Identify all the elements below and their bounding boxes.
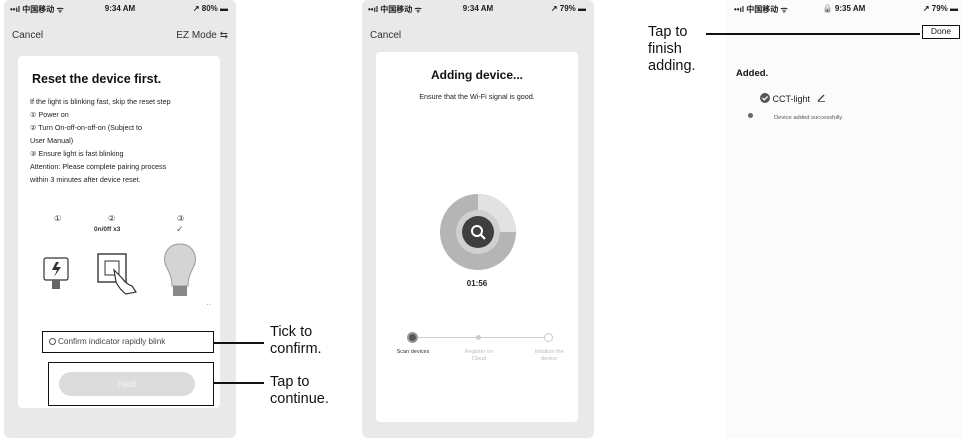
instruction-line: If the light is blinking fast, skip the … xyxy=(30,97,171,106)
instruction-line: User Manual) xyxy=(30,136,74,145)
finish-leader-line xyxy=(706,33,920,35)
stage-label-initialize: Initialize the device xyxy=(534,349,564,362)
continue-leader-line xyxy=(214,382,264,384)
tick-leader-line xyxy=(214,342,264,344)
continue-callout: Tap to continue. xyxy=(270,374,329,407)
device-row[interactable]: CCT-light xyxy=(760,93,826,104)
status-bar: ••ıl 中国移动 ᯤ 🔒 9:35 AM ↗ 79% ▬ xyxy=(726,4,962,18)
instruction-line: ② Turn On-off-on-off-on (Subject to xyxy=(30,123,143,132)
done-button[interactable]: Done xyxy=(922,25,960,39)
confirm-indicator-checkbox[interactable]: Confirm indicator rapidly blink xyxy=(42,331,214,353)
page-title: Reset the device first. xyxy=(32,72,162,86)
battery-indicator: ↗ 80% ▬ xyxy=(192,4,228,13)
instruction-line: ③ Ensure light is fast blinking xyxy=(30,149,124,158)
battery-indicator: ↗ 79% ▬ xyxy=(922,4,958,13)
search-progress-ring xyxy=(440,194,516,270)
instruction-line: ① Power on xyxy=(30,110,69,119)
reset-card: Reset the device first. If the light is … xyxy=(18,56,220,408)
cancel-button[interactable]: Cancel xyxy=(370,30,401,41)
added-screen: ••ıl 中国移动 ᯤ 🔒 9:35 AM ↗ 79% ▬ Done Added… xyxy=(726,0,962,438)
radio-circle-icon xyxy=(49,338,56,345)
instruction-line: within 3 minutes after device reset. xyxy=(30,175,141,184)
stage-2-dot xyxy=(476,335,481,340)
wifi-hint: Ensure that the Wi-Fi signal is good. xyxy=(419,92,535,101)
stage-1-dot xyxy=(407,332,418,343)
device-thumb-icon xyxy=(748,113,753,118)
check-circle-icon xyxy=(760,93,770,103)
next-button-highlight: Next xyxy=(48,362,214,406)
step-1-marker: ① xyxy=(54,214,62,223)
confirm-label: Confirm indicator rapidly blink xyxy=(58,337,166,346)
cancel-button[interactable]: Cancel xyxy=(12,30,43,41)
next-button[interactable]: Next xyxy=(59,372,195,396)
device-name: CCT-light xyxy=(772,94,811,104)
plug-icon xyxy=(43,257,69,289)
reset-screen: ••ıl 中国移动 ᯤ 9:34 AM ↗ 80% ▬ Cancel EZ Mo… xyxy=(4,0,236,438)
step-2-marker: ② xyxy=(108,214,116,223)
status-bar: ••ıl 中国移动 ᯤ 9:34 AM ↗ 79% ▬ xyxy=(362,4,594,18)
instruction-line: Attention: Please complete pairing proce… xyxy=(30,162,167,171)
ez-mode-button[interactable]: EZ Mode ⇆ xyxy=(176,30,228,41)
check-icon: ✓ xyxy=(176,224,184,234)
adding-card: Adding device... Ensure that the Wi-Fi s… xyxy=(376,52,578,422)
wall-switch-icon xyxy=(97,253,137,295)
onoff-count: 0n/0ff x3 xyxy=(94,226,121,233)
countdown-timer: 01:56 xyxy=(466,279,488,288)
tick-callout: Tick to confirm. xyxy=(270,324,322,357)
stage-label-register: Register on Cloud xyxy=(464,349,494,362)
stage-label-scan: Scan devices xyxy=(396,349,430,355)
device-status: Device added successfully xyxy=(774,115,843,121)
adding-device-screen: ••ıl 中国移动 ᯤ 9:34 AM ↗ 79% ▬ Cancel Addin… xyxy=(362,0,594,438)
finish-callout: Tap to finish adding. xyxy=(648,24,696,74)
added-heading: Added. xyxy=(736,68,769,79)
step-3-marker: ③ xyxy=(177,214,185,223)
edit-pencil-icon[interactable] xyxy=(817,93,826,102)
light-bulb-icon xyxy=(164,243,196,296)
battery-indicator: ↗ 79% ▬ xyxy=(550,4,586,13)
more-dots-icon: ·· xyxy=(206,300,212,309)
page-title: Adding device... xyxy=(430,68,523,82)
stage-3-dot xyxy=(544,333,553,342)
status-bar: ••ıl 中国移动 ᯤ 9:34 AM ↗ 80% ▬ xyxy=(4,4,236,18)
